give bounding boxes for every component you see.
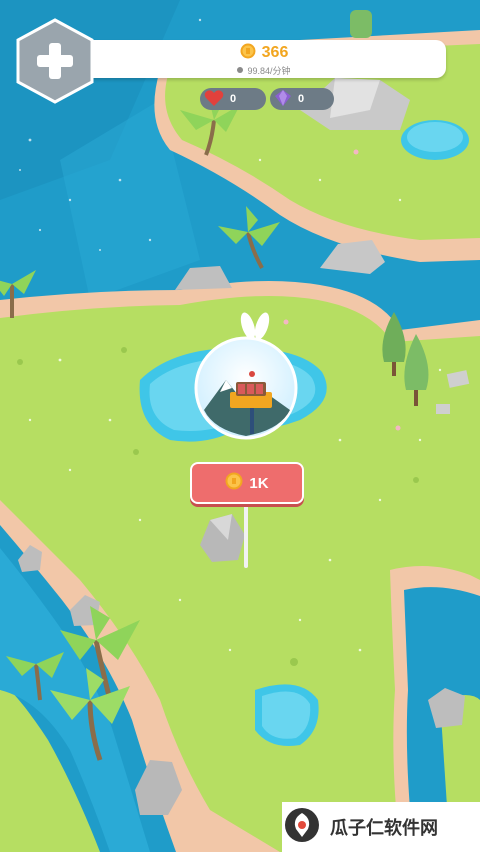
coin-icon	[225, 472, 243, 494]
add-button[interactable]	[16, 18, 94, 104]
heart-icon	[200, 89, 224, 110]
watermark-text: 瓜子仁软件网	[330, 818, 438, 838]
rate-dot-icon	[237, 67, 244, 73]
hearts-value: 0	[230, 93, 237, 105]
hearts-counter: 0	[200, 88, 266, 110]
watermark-logo	[282, 805, 322, 850]
island-map[interactable]	[0, 0, 480, 852]
gems-value: 0	[298, 93, 305, 105]
gem-icon	[270, 89, 292, 110]
price-sign-post	[244, 504, 248, 568]
coin-icon	[240, 43, 256, 64]
coin-value: 366	[261, 44, 289, 61]
price-label: 1K	[249, 474, 269, 492]
gems-counter: 0	[270, 88, 334, 110]
coin-rate: 99.84/分钟	[247, 65, 291, 76]
buy-price-button[interactable]: 1K	[190, 462, 304, 504]
plus-icon	[16, 18, 94, 104]
coin-counter: 366 99.84/分钟	[82, 40, 446, 78]
watermark: 瓜子仁软件网	[282, 802, 480, 852]
